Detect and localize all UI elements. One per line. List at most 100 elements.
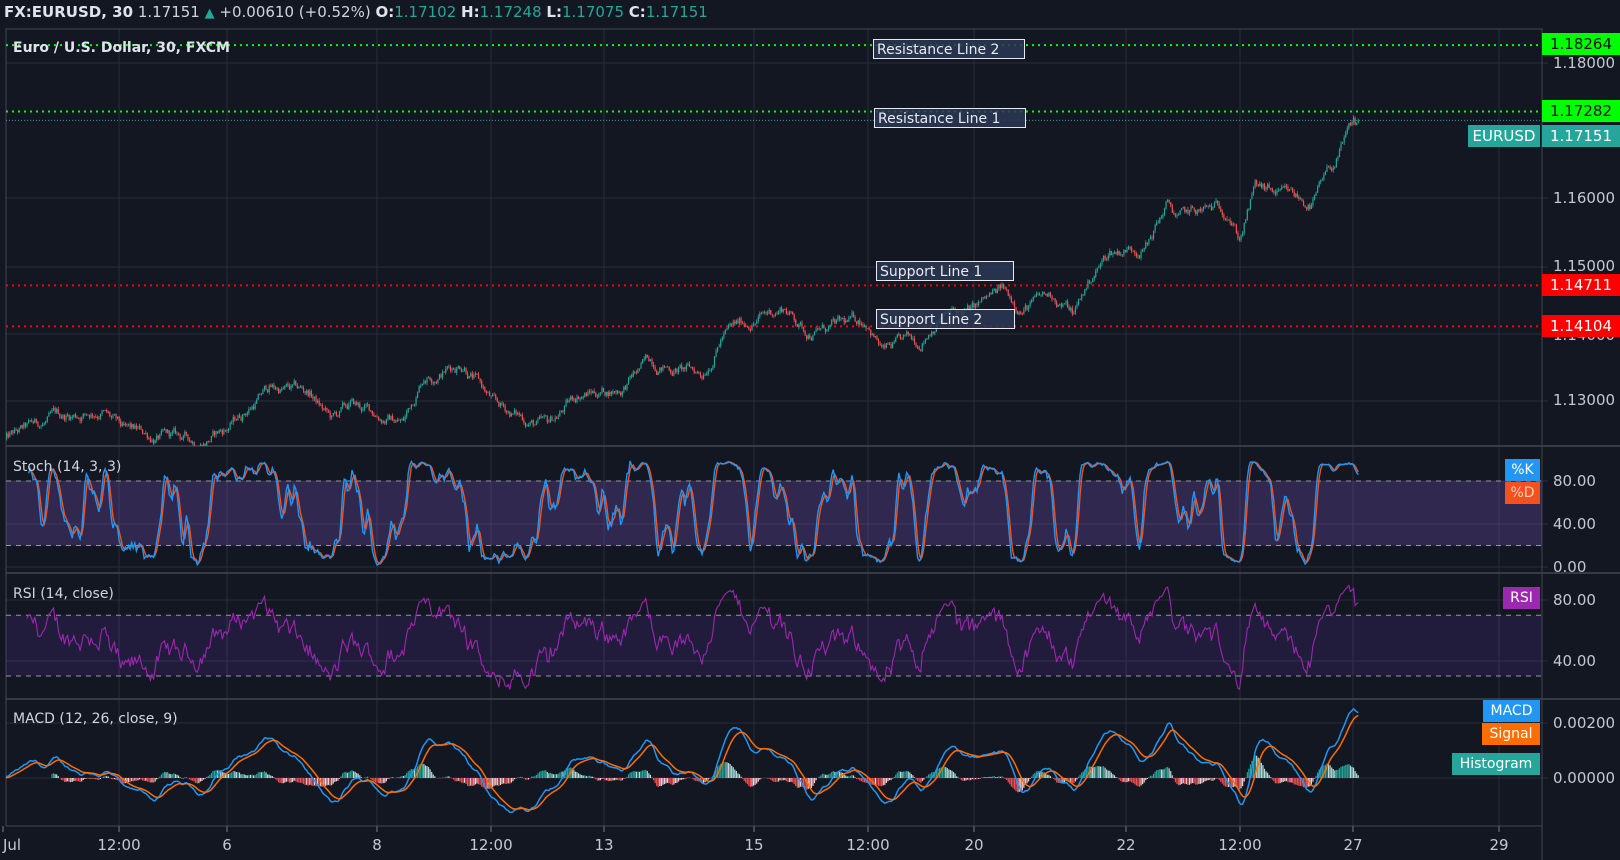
candle-body xyxy=(706,374,708,376)
candle-body xyxy=(510,413,512,417)
candle-body xyxy=(606,391,608,396)
candle-body xyxy=(92,414,94,417)
candle-body xyxy=(1263,183,1266,190)
current-symbol-label: EURUSD xyxy=(1468,125,1540,147)
candle-body xyxy=(601,387,603,393)
candle-body xyxy=(295,380,297,386)
candle-body xyxy=(1349,123,1352,126)
candle-body xyxy=(1129,246,1131,249)
candle-body xyxy=(1307,204,1309,210)
candle-body xyxy=(365,404,367,406)
candle-body xyxy=(1356,122,1358,125)
candle-body xyxy=(1320,180,1322,182)
candle-body xyxy=(712,366,714,370)
candle-body xyxy=(517,413,519,414)
candle-body xyxy=(106,409,108,413)
candle-body xyxy=(340,407,342,412)
candle-body xyxy=(499,402,502,407)
candle-body xyxy=(159,434,161,439)
candle-body xyxy=(1299,198,1302,200)
candle-body xyxy=(531,420,533,423)
candle-body xyxy=(598,393,600,398)
candle-body xyxy=(548,421,550,423)
candle-body xyxy=(551,416,553,421)
candle-body xyxy=(76,416,78,418)
candle-body xyxy=(1301,198,1303,202)
candle-body xyxy=(245,413,247,415)
candle-body xyxy=(642,359,644,364)
candle-body xyxy=(992,290,994,295)
candle-body xyxy=(140,425,142,430)
support-line-2-label[interactable]: Support Line 2 xyxy=(876,309,1015,329)
candle-body xyxy=(770,310,772,315)
candle-body xyxy=(193,442,195,446)
candle-body xyxy=(127,423,130,425)
candle-body xyxy=(1292,188,1294,192)
candle-body xyxy=(874,336,877,338)
candle-body xyxy=(877,339,880,344)
candle-body xyxy=(692,367,694,369)
candle-body xyxy=(1148,239,1150,244)
candle-body xyxy=(165,429,167,433)
candle-body xyxy=(915,343,917,348)
candle-body xyxy=(879,343,881,346)
candle-body xyxy=(418,385,420,393)
candle-body xyxy=(523,419,525,424)
candle-body xyxy=(1143,247,1145,251)
candle-body xyxy=(188,439,191,441)
candle-body xyxy=(807,335,809,339)
candle-body xyxy=(810,338,812,341)
support-line-1-label[interactable]: Support Line 1 xyxy=(876,261,1014,281)
candle-body xyxy=(90,414,92,418)
candle-body xyxy=(1351,122,1353,126)
candle-body xyxy=(993,289,995,291)
candle-body xyxy=(901,337,903,339)
candle-body xyxy=(749,329,752,331)
candle-body xyxy=(262,390,264,395)
candle-body xyxy=(1068,307,1070,311)
candle-body xyxy=(804,330,806,336)
candle-body xyxy=(898,334,900,336)
candle-body xyxy=(292,384,294,386)
candle-body xyxy=(351,398,353,402)
candle-body xyxy=(368,404,370,411)
candle-body xyxy=(1290,188,1292,190)
resistance-line-1-label[interactable]: Resistance Line 1 xyxy=(874,108,1026,128)
resistance-line-2-label[interactable]: Resistance Line 2 xyxy=(873,39,1025,59)
candle-body xyxy=(873,334,875,338)
candle-body xyxy=(15,429,17,431)
candle-body xyxy=(99,414,102,419)
candle-body xyxy=(787,313,789,315)
candle-body xyxy=(734,321,736,324)
candle-body xyxy=(432,382,434,384)
candle-body xyxy=(518,413,520,416)
time-tick-label: 6 xyxy=(222,836,232,854)
candle-body xyxy=(648,357,650,362)
stoch-tick: 40.00 xyxy=(1553,515,1596,533)
chart-canvas[interactable] xyxy=(0,0,1620,860)
candle-body xyxy=(1099,264,1102,267)
candle-body xyxy=(637,369,639,373)
candle-body xyxy=(1188,210,1191,214)
candle-body xyxy=(710,369,712,371)
candle-body xyxy=(1196,211,1198,214)
candle-body xyxy=(912,338,914,340)
candle-body xyxy=(663,366,666,368)
candle-body xyxy=(1046,293,1048,297)
candle-body xyxy=(317,400,319,403)
candle-body xyxy=(43,423,45,425)
candle-body xyxy=(849,316,852,318)
candle-body xyxy=(801,322,803,328)
candle-body xyxy=(451,368,453,371)
candle-body xyxy=(465,367,467,374)
candle-body xyxy=(424,381,427,383)
candle-body xyxy=(177,432,180,434)
candle-body xyxy=(1162,214,1164,218)
candle-body xyxy=(473,375,475,378)
candle-body xyxy=(713,356,716,367)
candle-body xyxy=(1248,208,1250,210)
candle-body xyxy=(318,400,320,405)
candle-body xyxy=(476,373,478,375)
candle-body xyxy=(284,385,286,389)
candle-body xyxy=(760,312,762,314)
